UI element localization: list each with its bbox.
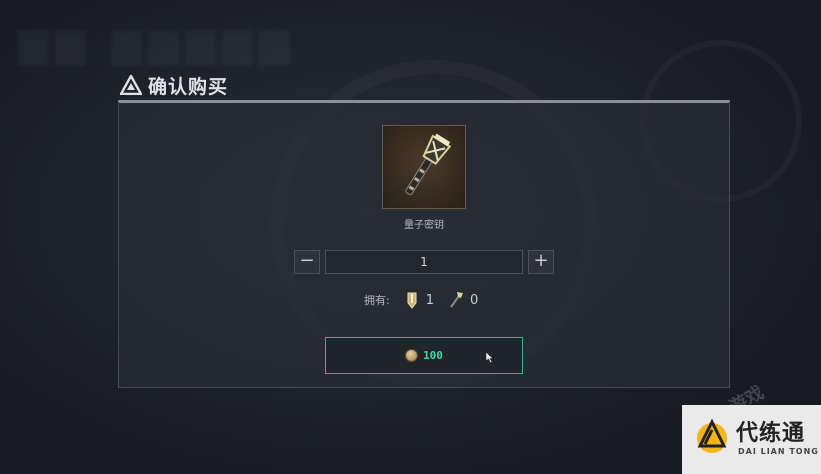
- owned-row: 拥有: 1 0: [364, 290, 492, 310]
- watermark-subtitle: DAI LIAN TONG: [738, 447, 819, 456]
- dialog-title: 确认购买: [120, 72, 228, 98]
- daliantong-logo-icon: [697, 418, 727, 453]
- background-blurred-text: ▆▆ ▆▆▆▆▆: [18, 20, 296, 66]
- bullet-icon: [407, 292, 417, 309]
- owned-count-key: 0: [470, 292, 479, 308]
- quantity-input[interactable]: 1: [325, 250, 523, 274]
- owned-count-bullet: 1: [425, 292, 434, 308]
- dialog-title-text: 确认购买: [148, 75, 229, 98]
- quantity-increase-button[interactable]: +: [528, 250, 554, 274]
- owned-label: 拥有:: [364, 294, 390, 307]
- quantum-key-icon: [405, 133, 452, 196]
- mouse-cursor-icon: [486, 352, 494, 363]
- coin-icon: [405, 349, 419, 362]
- price-text: 100: [423, 349, 443, 362]
- warning-triangle-icon: [120, 75, 142, 95]
- item-name: 量子密钥: [404, 220, 444, 231]
- watermark-brand: 代练通: [736, 421, 806, 446]
- item-image-frame: [382, 125, 466, 209]
- quantity-decrease-button[interactable]: −: [294, 250, 320, 274]
- key-icon: [450, 292, 463, 308]
